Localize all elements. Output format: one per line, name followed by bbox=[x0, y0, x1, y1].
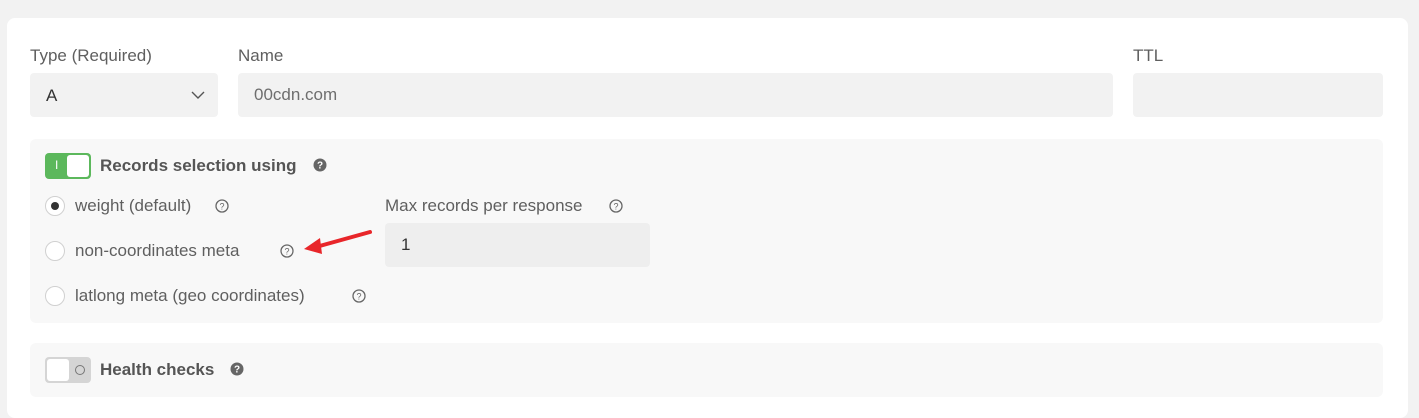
radio-label: non-coordinates meta bbox=[75, 241, 240, 260]
records-selection-title: Records selection using bbox=[100, 156, 297, 175]
svg-text:?: ? bbox=[613, 202, 618, 212]
svg-text:?: ? bbox=[356, 292, 361, 302]
svg-text:?: ? bbox=[234, 365, 240, 376]
dns-record-form-card: Type (Required) A Name TTL I Records sel… bbox=[7, 18, 1408, 418]
radio-button[interactable] bbox=[45, 241, 65, 261]
records-selection-toggle[interactable]: I bbox=[45, 153, 91, 179]
records-selection-panel: I Records selection using ? weight (defa… bbox=[30, 139, 1383, 323]
radio-button[interactable] bbox=[45, 196, 65, 216]
ttl-label: TTL bbox=[1133, 46, 1164, 65]
ttl-input[interactable] bbox=[1133, 73, 1383, 117]
radio-label: weight (default) bbox=[75, 196, 192, 215]
question-circle-icon[interactable]: ? bbox=[313, 158, 327, 172]
svg-text:?: ? bbox=[284, 247, 289, 257]
red-arrow-annotation-icon bbox=[304, 230, 372, 254]
question-circle-icon[interactable]: ? bbox=[609, 199, 623, 213]
question-circle-icon[interactable]: ? bbox=[352, 289, 366, 303]
type-label: Type (Required) bbox=[30, 46, 152, 65]
toggle-knob bbox=[67, 155, 89, 177]
type-select-value: A bbox=[46, 86, 58, 105]
name-label: Name bbox=[238, 46, 284, 65]
svg-text:?: ? bbox=[317, 161, 323, 172]
name-input[interactable] bbox=[238, 73, 1113, 117]
radio-button[interactable] bbox=[45, 286, 65, 306]
toggle-knob bbox=[47, 359, 69, 381]
toggle-on-mark: I bbox=[55, 158, 59, 172]
max-records-label: Max records per response bbox=[385, 196, 583, 215]
type-select[interactable]: A bbox=[30, 73, 218, 117]
svg-text:?: ? bbox=[219, 202, 224, 212]
question-circle-icon[interactable]: ? bbox=[280, 244, 294, 258]
question-circle-icon[interactable]: ? bbox=[215, 199, 229, 213]
health-checks-panel: Health checks ? bbox=[30, 343, 1383, 397]
max-records-input[interactable] bbox=[385, 223, 650, 267]
chevron-down-icon bbox=[191, 91, 205, 99]
toggle-off-mark bbox=[75, 365, 85, 375]
health-checks-title: Health checks bbox=[100, 360, 215, 379]
radio-label: latlong meta (geo coordinates) bbox=[75, 286, 305, 305]
health-checks-toggle[interactable] bbox=[45, 357, 91, 383]
question-circle-icon[interactable]: ? bbox=[230, 362, 244, 376]
